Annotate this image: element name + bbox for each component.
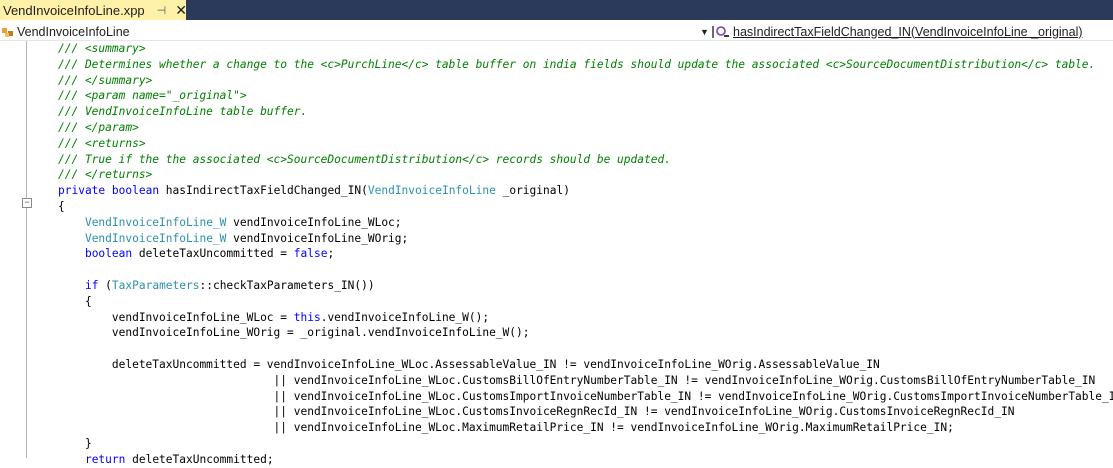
close-icon[interactable]: ✕ bbox=[175, 3, 187, 17]
code-line: /// VendInvoiceInfoLine table buffer. bbox=[58, 104, 307, 120]
code-token: deleteTaxUncommitted = vendInvoiceInfoLi… bbox=[58, 358, 880, 371]
code-token: /// <returns> bbox=[58, 136, 146, 150]
member-dropdown-label: hasIndirectTaxFieldChanged_IN(VendInvoic… bbox=[733, 24, 1083, 39]
code-token: if bbox=[84, 279, 99, 292]
code-token: /// </param> bbox=[58, 121, 139, 134]
code-line: private boolean hasIndirectTaxFieldChang… bbox=[58, 183, 570, 199]
code-line: boolean deleteTaxUncommitted = false; bbox=[58, 246, 334, 262]
code-token: } bbox=[58, 437, 92, 450]
code-token: boolean bbox=[84, 247, 133, 261]
code-token: private bbox=[58, 184, 106, 198]
code-line: VendInvoiceInfoLine_W vendInvoiceInfoLin… bbox=[58, 215, 402, 231]
code-token: ; bbox=[327, 247, 335, 261]
code-line: VendInvoiceInfoLine_W vendInvoiceInfoLin… bbox=[58, 231, 408, 247]
code-line: /// <returns> bbox=[58, 136, 146, 152]
member-dropdown[interactable]: hasIndirectTaxFieldChanged_IN(VendInvoic… bbox=[712, 23, 1083, 40]
code-token: VendInvoiceInfoLine_W bbox=[84, 215, 227, 229]
code-token: this bbox=[293, 310, 321, 324]
navigation-bar: VendInvoiceInfoLine ▼ hasIndirectTaxFiel… bbox=[0, 23, 1113, 41]
code-line: /// </returns> bbox=[58, 167, 152, 183]
code-line: || vendInvoiceInfoLine_WLoc.CustomsBillO… bbox=[58, 373, 1096, 389]
code-token: vendInvoiceInfoLine_WLoc = bbox=[58, 310, 294, 324]
class-dropdown-label: VendInvoiceInfoLine bbox=[17, 24, 130, 39]
code-token: vendInvoiceInfoLine_WOrig = _original.ve… bbox=[58, 326, 530, 340]
code-line: { bbox=[58, 199, 65, 215]
document-tab-strip: VendInvoiceInfoLine.xpp ⊣ ✕ bbox=[0, 0, 1113, 20]
code-token: || vendInvoiceInfoLine_WLoc.CustomsImpor… bbox=[58, 389, 1113, 403]
code-token: /// True if the the associated <c>Source… bbox=[58, 152, 671, 166]
outline-line bbox=[26, 41, 27, 458]
code-line: } bbox=[58, 436, 92, 452]
code-line: vendInvoiceInfoLine_WOrig = _original.ve… bbox=[58, 325, 530, 341]
code-line: /// <summary> bbox=[58, 41, 146, 57]
code-token: { bbox=[58, 200, 65, 213]
code-token: _original) bbox=[495, 184, 570, 198]
code-line: { bbox=[58, 294, 92, 310]
code-token: boolean bbox=[111, 184, 160, 198]
code-token: || vendInvoiceInfoLine_WLoc.CustomsBillO… bbox=[58, 373, 1096, 387]
code-token: deleteTaxUncommitted; bbox=[125, 452, 274, 466]
code-token: vendInvoiceInfoLine_WOrig; bbox=[226, 231, 409, 245]
class-icon bbox=[1, 25, 15, 39]
code-token: TaxParameters bbox=[111, 279, 200, 292]
code-line: || vendInvoiceInfoLine_WLoc.CustomsImpor… bbox=[58, 389, 1113, 405]
code-line: || vendInvoiceInfoLine_WLoc.CustomsInvoi… bbox=[58, 404, 1015, 420]
code-token: { bbox=[58, 294, 92, 308]
code-token: /// <param name="_original"> bbox=[58, 89, 247, 103]
class-dropdown[interactable]: VendInvoiceInfoLine bbox=[0, 23, 130, 40]
code-line: return deleteTaxUncommitted; bbox=[58, 452, 274, 468]
pin-icon[interactable]: ⊣ bbox=[157, 4, 167, 17]
code-token: /// VendInvoiceInfoLine table buffer. bbox=[58, 105, 308, 119]
code-token: ( bbox=[98, 279, 112, 292]
method-icon bbox=[712, 25, 730, 39]
code-token: ::checkTaxParameters_IN()) bbox=[199, 279, 375, 292]
indicator-margin bbox=[0, 41, 4, 458]
code-line: /// </param> bbox=[58, 120, 139, 136]
tab-title: VendInvoiceInfoLine.xpp bbox=[3, 2, 145, 18]
code-editor[interactable]: /// <summary> /// Determines whether a ch… bbox=[58, 41, 1113, 466]
code-line: vendInvoiceInfoLine_WLoc = this.vendInvo… bbox=[58, 310, 489, 326]
code-token: VendInvoiceInfoLine_W bbox=[84, 231, 227, 245]
code-line: /// </summary> bbox=[58, 73, 152, 89]
code-token: || vendInvoiceInfoLine_WLoc.CustomsInvoi… bbox=[58, 405, 1015, 419]
chevron-down-icon[interactable]: ▼ bbox=[700, 24, 710, 39]
code-token: hasIndirectTaxFieldChanged_IN( bbox=[159, 184, 368, 198]
code-token: /// Determines whether a change to the <… bbox=[58, 57, 1096, 71]
code-token: /// </summary> bbox=[58, 73, 153, 87]
code-token: vendInvoiceInfoLine_WLoc; bbox=[226, 215, 402, 229]
code-token: deleteTaxUncommitted = bbox=[132, 247, 294, 261]
code-token: /// </returns> bbox=[58, 168, 153, 182]
code-token: .vendInvoiceInfoLine_W(); bbox=[320, 310, 490, 324]
code-token: || vendInvoiceInfoLine_WLoc.MaximumRetai… bbox=[58, 421, 954, 435]
code-token: return bbox=[84, 452, 126, 466]
code-line: || vendInvoiceInfoLine_WLoc.MaximumRetai… bbox=[58, 420, 954, 436]
tab-vendinvoiceinfoline-xpp[interactable]: VendInvoiceInfoLine.xpp ⊣ ✕ bbox=[0, 0, 187, 20]
code-line: /// Determines whether a change to the <… bbox=[58, 57, 1095, 73]
code-token: false bbox=[293, 247, 328, 261]
code-line: /// <param name="_original"> bbox=[58, 88, 247, 104]
code-line: if (TaxParameters::checkTaxParameters_IN… bbox=[58, 278, 375, 294]
collapse-icon[interactable]: − bbox=[22, 198, 32, 208]
outlining-margin: − bbox=[18, 41, 36, 458]
code-line: /// True if the the associated <c>Source… bbox=[58, 152, 671, 168]
code-line: deleteTaxUncommitted = vendInvoiceInfoLi… bbox=[58, 357, 880, 373]
code-token: /// <summary> bbox=[58, 42, 146, 55]
code-token: VendInvoiceInfoLine bbox=[367, 184, 496, 198]
